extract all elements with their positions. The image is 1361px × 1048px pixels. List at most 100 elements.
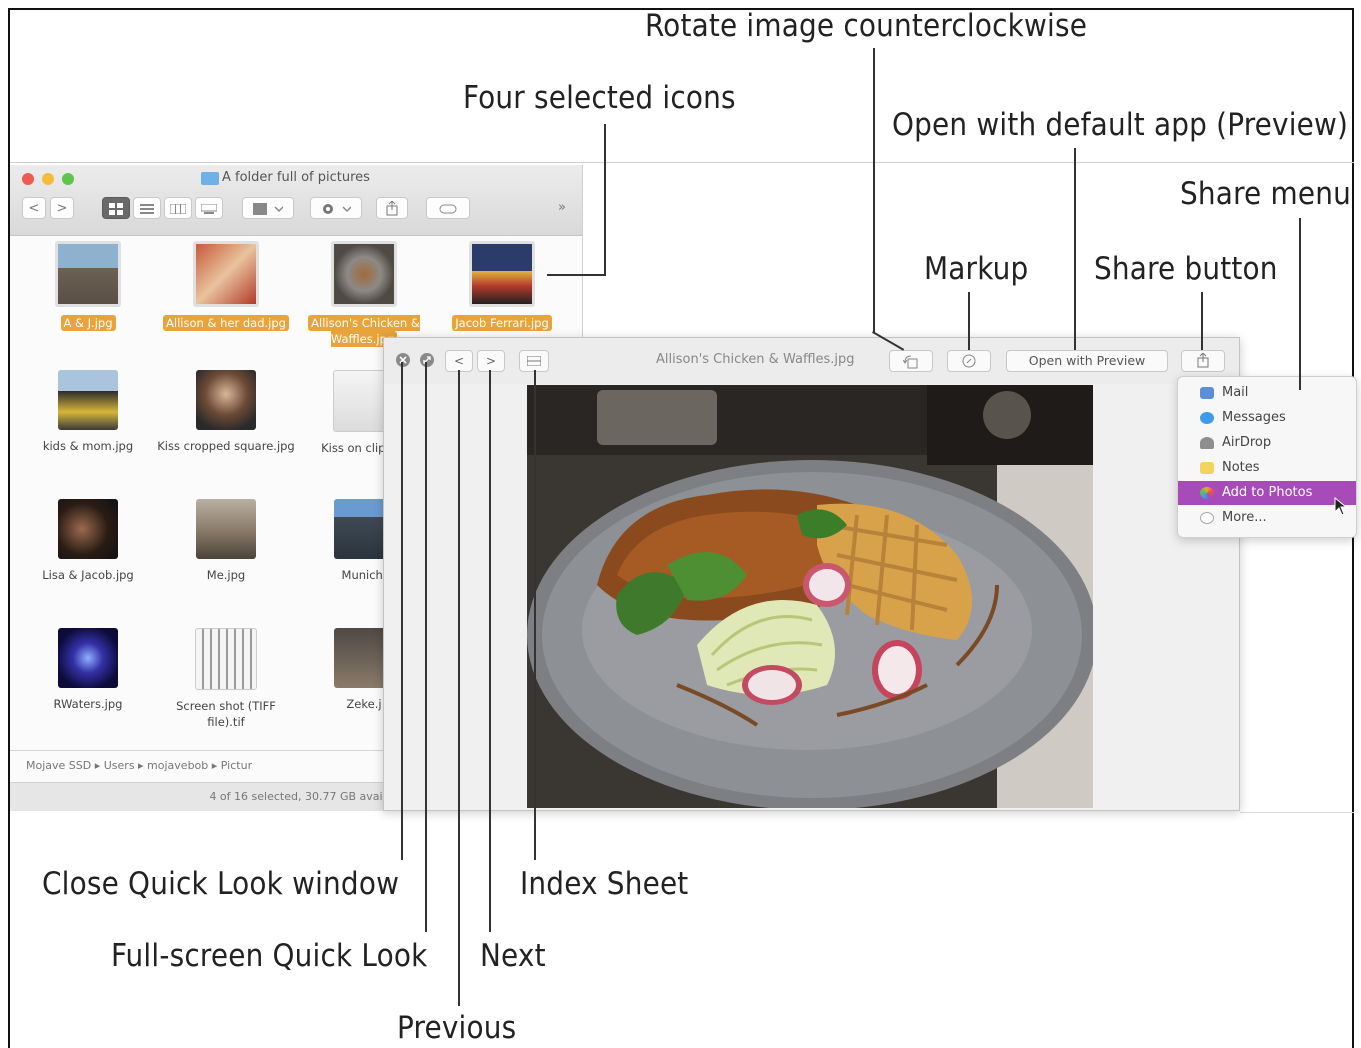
markup-pen-icon bbox=[962, 354, 976, 368]
tag-icon bbox=[439, 204, 457, 214]
share-toolbar-button[interactable] bbox=[376, 197, 408, 219]
file-thumbnail bbox=[331, 241, 397, 307]
file-item[interactable]: RWaters.jpg bbox=[18, 628, 158, 712]
file-thumbnail bbox=[196, 370, 256, 430]
forward-button[interactable]: > bbox=[50, 197, 74, 219]
column-view-button[interactable] bbox=[164, 197, 192, 219]
index-sheet-button[interactable] bbox=[519, 350, 549, 372]
leader-line bbox=[1299, 218, 1301, 390]
rotate-left-button[interactable] bbox=[889, 350, 933, 372]
minimize-window-button[interactable] bbox=[42, 173, 54, 185]
path-text: Mojave SSD ▸ Users ▸ mojavebob ▸ Pictur bbox=[26, 759, 253, 772]
file-name: Me.jpg bbox=[206, 568, 246, 582]
more-icon bbox=[1200, 512, 1214, 524]
file-item[interactable]: Jacob Ferrari.jpg bbox=[432, 241, 572, 331]
photos-icon bbox=[1200, 487, 1214, 499]
file-item[interactable]: Screen shot (TIFF file).tif bbox=[156, 628, 296, 730]
callout-next: Next bbox=[480, 938, 546, 974]
file-thumbnail bbox=[58, 499, 118, 559]
icon-view-button[interactable] bbox=[102, 197, 130, 219]
share-menu-item-more[interactable]: More... bbox=[1178, 506, 1356, 530]
leader-line bbox=[873, 48, 875, 333]
list-icon bbox=[140, 204, 154, 214]
next-button[interactable]: > bbox=[477, 350, 505, 372]
divider-line bbox=[1240, 812, 1354, 813]
finder-toolbar: A folder full of pictures < > » bbox=[10, 165, 582, 236]
finder-title: A folder full of pictures bbox=[222, 170, 370, 185]
callout-markup: Markup bbox=[924, 251, 1029, 287]
file-thumbnail bbox=[196, 499, 256, 559]
menu-item-label: AirDrop bbox=[1222, 435, 1272, 450]
file-name: kids & mom.jpg bbox=[42, 439, 134, 453]
file-thumbnail bbox=[469, 241, 535, 307]
rotate-counterclockwise-icon bbox=[902, 355, 918, 369]
quicklook-title: Allison's Chicken & Waffles.jpg bbox=[656, 352, 855, 367]
callout-rotate: Rotate image counterclockwise bbox=[645, 8, 1088, 44]
chicken-waffles-photo bbox=[527, 385, 1093, 808]
menu-item-label: Notes bbox=[1222, 460, 1260, 475]
file-thumbnail bbox=[195, 628, 257, 690]
group-grid-icon bbox=[253, 203, 284, 215]
file-item[interactable]: A & J.jpg bbox=[18, 241, 158, 331]
close-quicklook-button[interactable] bbox=[396, 353, 410, 367]
file-name: A & J.jpg bbox=[60, 315, 116, 331]
file-item[interactable]: Me.jpg bbox=[156, 499, 296, 583]
leader-line bbox=[458, 370, 460, 1006]
callout-index-sheet: Index Sheet bbox=[520, 866, 689, 902]
gallery-icon bbox=[200, 203, 218, 214]
menu-item-label: Messages bbox=[1222, 410, 1286, 425]
callout-share-button: Share button bbox=[1094, 251, 1278, 287]
previous-button[interactable]: < bbox=[445, 350, 473, 372]
close-window-button[interactable] bbox=[22, 173, 34, 185]
file-name: Jacob Ferrari.jpg bbox=[452, 315, 552, 331]
menu-item-label: More... bbox=[1222, 510, 1267, 525]
markup-button[interactable] bbox=[947, 350, 991, 372]
share-menu-item-add-to-photos[interactable]: Add to Photos bbox=[1178, 481, 1356, 505]
folder-icon bbox=[201, 172, 219, 185]
fullscreen-quicklook-button[interactable] bbox=[420, 353, 434, 367]
file-item[interactable]: Allison's Chicken & Waffles.jpg bbox=[294, 241, 434, 347]
back-button[interactable]: < bbox=[22, 197, 46, 219]
file-item[interactable]: Allison & her dad.jpg bbox=[156, 241, 296, 331]
open-with-preview-button[interactable]: Open with Preview bbox=[1006, 350, 1168, 372]
preview-image bbox=[527, 385, 1093, 808]
leader-line bbox=[968, 292, 970, 350]
share-menu-item-airdrop[interactable]: AirDrop bbox=[1178, 431, 1356, 455]
file-thumbnail bbox=[193, 241, 259, 307]
action-menu-button[interactable] bbox=[310, 197, 362, 219]
toolbar-overflow-button[interactable]: » bbox=[550, 197, 574, 219]
file-item[interactable]: Lisa & Jacob.jpg bbox=[18, 499, 158, 583]
expand-icon bbox=[423, 356, 431, 364]
file-name: Screen shot (TIFF file).tif bbox=[176, 699, 276, 729]
leader-line bbox=[401, 362, 403, 860]
share-menu-item-mail[interactable]: Mail bbox=[1178, 381, 1356, 405]
share-menu-item-notes[interactable]: Notes bbox=[1178, 456, 1356, 480]
status-text: 4 of 16 selected, 30.77 GB avai bbox=[209, 790, 383, 803]
callout-open-default: Open with default app (Preview) bbox=[892, 107, 1349, 143]
zoom-window-button[interactable] bbox=[62, 173, 74, 185]
file-name: RWaters.jpg bbox=[53, 697, 123, 711]
close-icon bbox=[399, 356, 407, 364]
mouse-pointer-icon bbox=[1334, 497, 1348, 516]
group-by-button[interactable] bbox=[242, 197, 294, 219]
file-thumbnail bbox=[55, 241, 121, 307]
file-item[interactable]: Kiss cropped square.jpg bbox=[156, 370, 296, 454]
file-name: Allison & her dad.jpg bbox=[163, 315, 289, 331]
list-view-button[interactable] bbox=[133, 197, 161, 219]
file-item[interactable]: kids & mom.jpg bbox=[18, 370, 158, 454]
share-menu-item-messages[interactable]: Messages bbox=[1178, 406, 1356, 430]
callout-full-screen: Full-screen Quick Look bbox=[111, 938, 428, 974]
divider-line bbox=[10, 162, 1354, 163]
leader-line bbox=[604, 124, 606, 276]
leader-line bbox=[1074, 148, 1076, 350]
callout-close-quicklook: Close Quick Look window bbox=[42, 866, 400, 902]
messages-icon bbox=[1200, 412, 1214, 424]
gallery-view-button[interactable] bbox=[195, 197, 223, 219]
share-button[interactable] bbox=[1181, 350, 1225, 372]
tags-button[interactable] bbox=[426, 197, 470, 219]
callout-previous: Previous bbox=[397, 1010, 517, 1046]
mail-icon bbox=[1200, 387, 1214, 399]
share-menu: Mail Messages AirDrop Notes Add to Photo… bbox=[1177, 376, 1357, 538]
callout-share-menu: Share menu bbox=[1180, 176, 1351, 212]
file-thumbnail bbox=[58, 370, 118, 430]
